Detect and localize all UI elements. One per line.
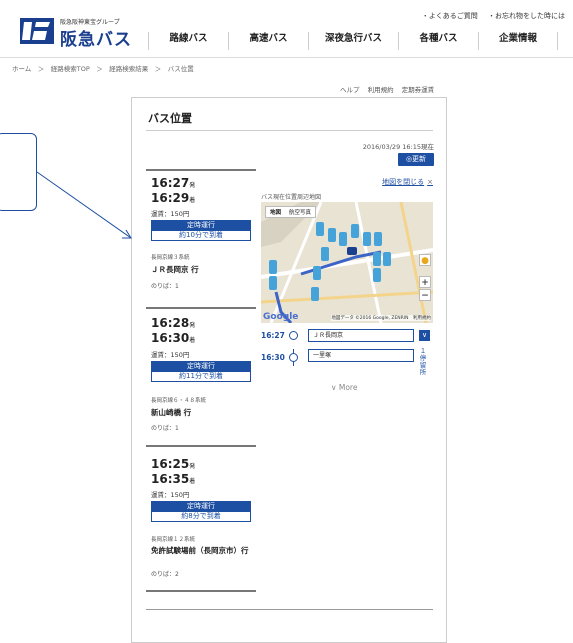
help-link[interactable]: ヘルプ — [340, 86, 360, 94]
stop-box[interactable]: ＪＲ長岡京 — [308, 329, 414, 342]
close-icon[interactable]: × — [427, 178, 433, 186]
utility-links: ヘルプ 利用規約 定期券運賃 — [334, 84, 434, 94]
divider — [146, 130, 433, 131]
arrival-time: 16:29着 — [151, 191, 196, 205]
hankyu-logo-icon[interactable] — [20, 18, 54, 44]
tab-map[interactable]: 地図 — [266, 207, 285, 217]
timestamp: 2016/03/29 16:15現在 — [362, 143, 434, 151]
map-canvas[interactable] — [261, 202, 433, 323]
zoom-out-button[interactable]: − — [419, 289, 431, 301]
lost-items-link[interactable]: ・お忘れ物をした時には — [488, 12, 565, 20]
timeline-time: 16:27 — [261, 331, 285, 340]
bus-item[interactable]: 16:28発 16:30着 運賃：150円 定時運行 約11分で到着 長岡京線６… — [146, 309, 256, 445]
stop-box[interactable]: 一里塚 — [308, 349, 414, 362]
expand-stops-button[interactable]: ∨ — [419, 330, 430, 341]
nav-late-night-bus[interactable]: 深夜急行バス — [308, 32, 398, 50]
boarding-stop: のりば：2 — [151, 571, 179, 578]
breadcrumb[interactable]: ホーム ＞ 経路検索TOP ＞ 経路検索結果 ＞ バス位置 — [12, 63, 194, 73]
nav-company-info[interactable]: 企業情報 — [478, 32, 558, 50]
bus-location-panel: バス位置 2016/03/29 16:15現在 ◎更新 16:27発 16:29… — [131, 97, 447, 643]
departure-time: 16:27発 — [151, 176, 196, 190]
zoom-in-button[interactable]: + — [419, 276, 431, 288]
main-nav: 路線バス 高速バス 深夜急行バス 各種バス 企業情報 — [148, 32, 568, 50]
destination: 免許試験場前（長岡京市）行 — [151, 546, 249, 555]
arrival-time: 16:35着 — [151, 472, 196, 486]
page-title: バス位置 — [148, 112, 192, 125]
map-title: バス現在位置周辺地図 — [261, 194, 322, 201]
boarding-stop: のりば：1 — [151, 283, 179, 290]
site-header: 阪急阪神東宝グループ 阪急バス ・よくあるご質問 ・お忘れ物をした時には 路線バ… — [0, 0, 573, 58]
route-name: 長岡京線３系統 — [151, 255, 190, 261]
stop-timeline: 16:27 ＪＲ長岡京 16:30 一里塚 ∨ １停留所 — [261, 327, 433, 387]
faq-link[interactable]: ・よくあるご質問 — [422, 12, 478, 20]
eta-label: 約10分で到着 — [151, 230, 251, 241]
timeline-time: 16:30 — [261, 353, 285, 362]
refresh-button[interactable]: ◎更新 — [398, 153, 434, 166]
departure-time: 16:28発 — [151, 316, 196, 330]
bus-item[interactable]: 16:27発 16:29着 運賃：150円 定時運行 約10分で到着 長岡京線３… — [146, 171, 256, 307]
map-type-tabs: 地図 航空写真 — [265, 206, 317, 218]
route-name: 長岡京線１２系統 — [151, 537, 196, 543]
more-link[interactable]: ∨ More — [331, 383, 357, 392]
nav-route-bus[interactable]: 路線バス — [148, 32, 228, 50]
status-badge: 定時運行 — [151, 361, 251, 371]
destination: 新山崎橋 行 — [151, 408, 192, 417]
destination: ＪＲ長岡京 行 — [151, 265, 199, 274]
pass-fare-link[interactable]: 定期券運賃 — [402, 86, 435, 94]
tab-satellite[interactable]: 航空写真 — [285, 207, 315, 217]
stop-dot-icon — [289, 353, 298, 362]
nav-various-bus[interactable]: 各種バス — [398, 32, 478, 50]
status-badge: 定時運行 — [151, 501, 251, 511]
departure-time: 16:25発 — [151, 457, 196, 471]
status-badge: 定時運行 — [151, 220, 251, 230]
fare: 運賃：150円 — [151, 210, 190, 218]
pegman-icon[interactable]: ● — [419, 254, 431, 266]
route-name: 長岡京線６・４８系統 — [151, 398, 207, 404]
nav-highway-bus[interactable]: 高速バス — [228, 32, 308, 50]
logo-name[interactable]: 阪急バス — [60, 25, 132, 50]
bus-list: 16:27発 16:29着 運賃：150円 定時運行 約10分で到着 長岡京線３… — [146, 169, 256, 592]
arrival-time: 16:30着 — [151, 331, 196, 345]
divider — [146, 609, 433, 610]
boarding-stop: のりば：1 — [151, 425, 179, 432]
fare: 運賃：150円 — [151, 351, 190, 359]
close-map-link[interactable]: 地図を閉じる × — [382, 177, 433, 187]
google-logo: Google — [263, 312, 299, 322]
eta-label: 約8分で到着 — [151, 511, 251, 522]
bus-map[interactable]: 地図 航空写真 ● + − Google 地図データ ©2016 Google,… — [261, 202, 433, 323]
stop-count: １停留所 — [419, 347, 427, 376]
annotation-callout — [0, 133, 37, 211]
top-links: ・よくあるご質問 ・お忘れ物をした時には — [414, 11, 565, 21]
eta-label: 約11分で到着 — [151, 371, 251, 382]
stop-dot-icon — [289, 331, 298, 340]
fare: 運賃：150円 — [151, 491, 190, 499]
divider — [146, 590, 256, 592]
terms-link[interactable]: 利用規約 — [368, 86, 394, 94]
map-credit[interactable]: 地図データ ©2016 Google, ZENRIN 利用規約 — [331, 315, 431, 321]
bus-item[interactable]: 16:25発 16:35着 運賃：150円 定時運行 約8分で到着 長岡京線１２… — [146, 447, 256, 590]
